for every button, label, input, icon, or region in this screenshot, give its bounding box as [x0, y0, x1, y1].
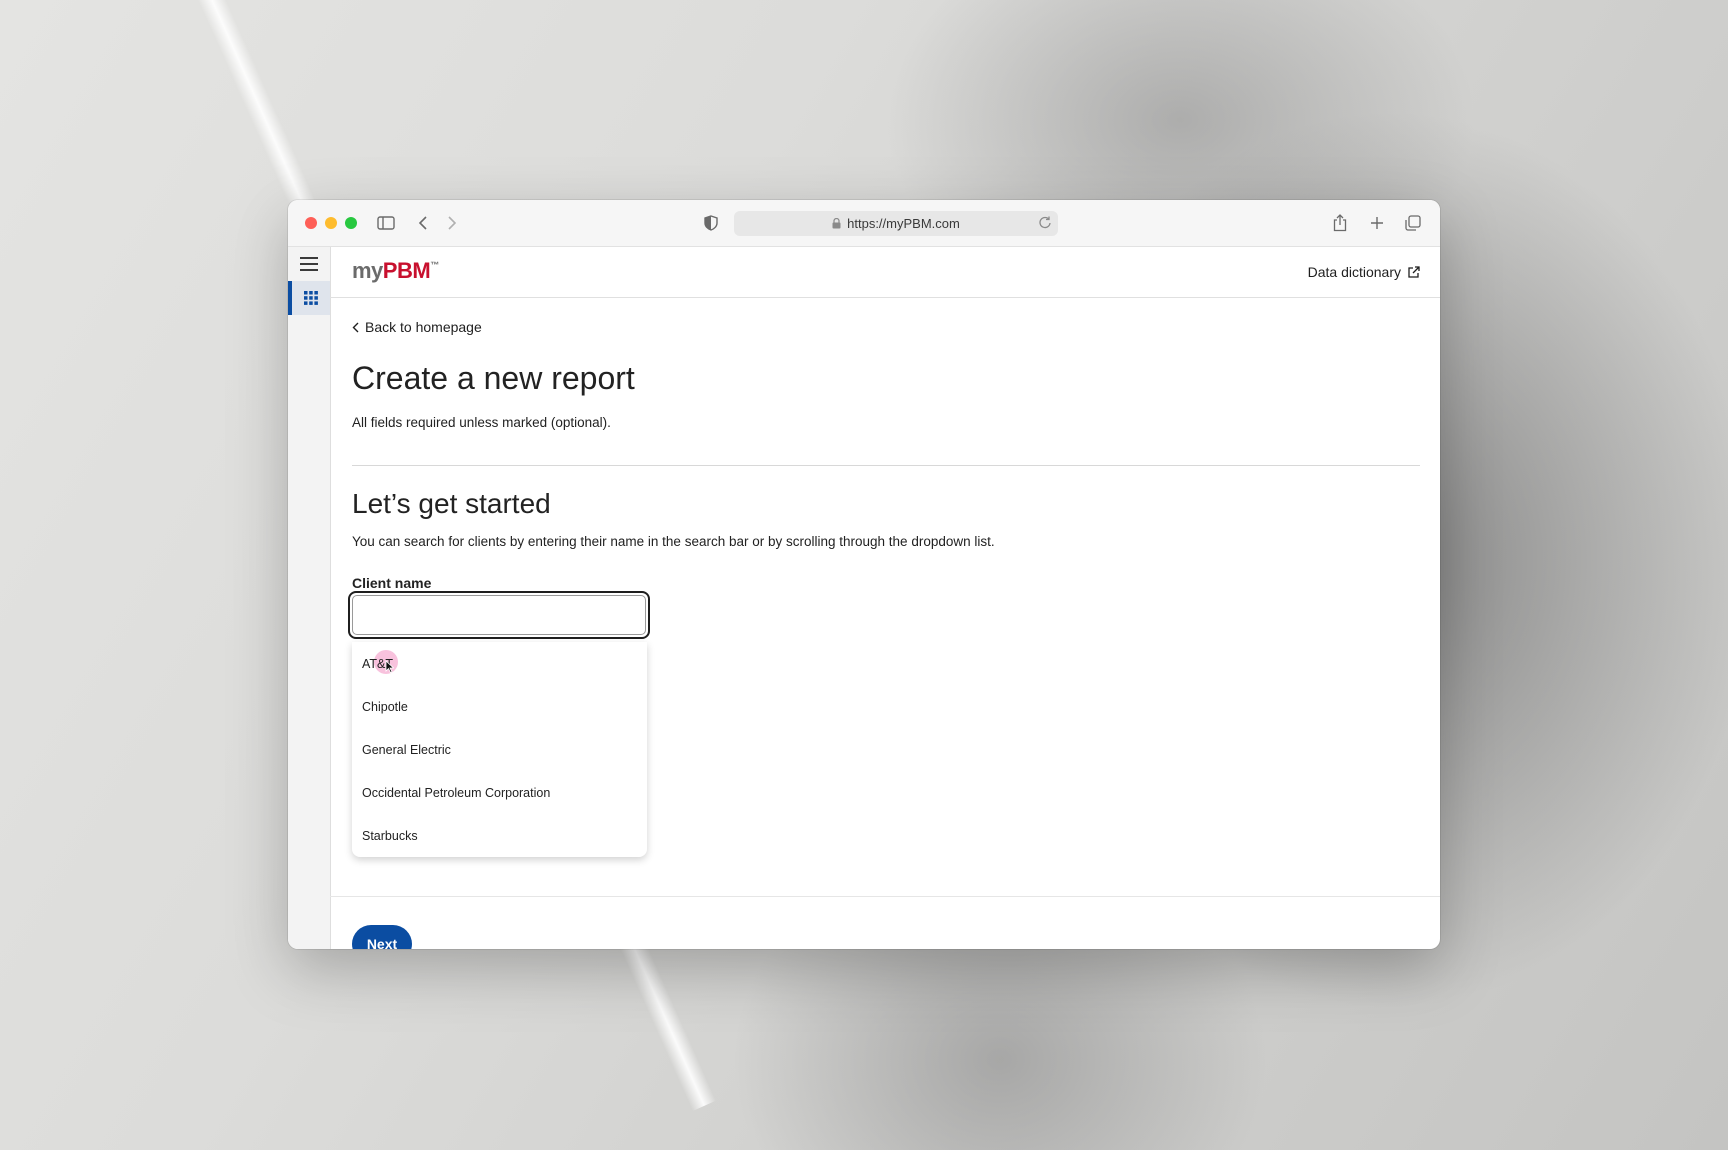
grid-icon — [304, 291, 318, 305]
back-arrow-icon[interactable] — [413, 213, 433, 233]
required-fields-note: All fields required unless marked (optio… — [352, 415, 611, 430]
external-link-icon — [1408, 265, 1420, 278]
app-header: myPBM™ Data dictionary — [330, 247, 1440, 298]
address-bar[interactable]: https://myPBM.com — [734, 211, 1058, 236]
mypbm-logo[interactable]: myPBM™ — [352, 258, 439, 284]
sidebar-toggle-icon[interactable] — [376, 213, 396, 233]
client-option-general-electric[interactable]: General Electric — [352, 728, 647, 771]
window-controls — [305, 217, 357, 229]
minimize-window-button[interactable] — [325, 217, 337, 229]
share-icon[interactable] — [1330, 213, 1350, 233]
forward-arrow-icon[interactable] — [442, 213, 462, 233]
chevron-left-icon — [352, 322, 359, 332]
page-title: Create a new report — [352, 360, 635, 396]
tab-overview-icon[interactable] — [1403, 213, 1423, 233]
client-name-focus-ring — [348, 591, 650, 639]
reload-icon[interactable] — [1038, 215, 1052, 232]
app-body: myPBM™ Data dictionary Back to homepage … — [288, 247, 1440, 949]
logo-trademark: ™ — [430, 260, 439, 270]
apps-button[interactable] — [288, 281, 330, 315]
client-dropdown-list: AT&T Chipotle General Electric Occidenta… — [352, 642, 647, 857]
mouse-pointer-icon — [385, 660, 394, 673]
footer-divider — [330, 896, 1440, 897]
client-name-input[interactable] — [352, 595, 646, 635]
zoom-window-button[interactable] — [345, 217, 357, 229]
client-option-starbucks[interactable]: Starbucks — [352, 814, 647, 857]
hamburger-icon — [300, 257, 318, 271]
side-rail — [288, 247, 331, 949]
new-tab-icon[interactable] — [1367, 213, 1387, 233]
browser-toolbar: https://myPBM.com — [288, 200, 1440, 247]
privacy-shield-icon[interactable] — [701, 213, 721, 233]
back-to-homepage-link[interactable]: Back to homepage — [352, 319, 482, 335]
client-option-att[interactable]: AT&T — [352, 642, 647, 685]
back-link-label: Back to homepage — [365, 319, 482, 335]
client-option-label: Occidental Petroleum Corporation — [362, 785, 551, 800]
data-dictionary-label: Data dictionary — [1307, 264, 1401, 280]
next-button[interactable]: Next — [352, 925, 412, 949]
client-option-chipotle[interactable]: Chipotle — [352, 685, 647, 728]
client-option-occidental-petroleum[interactable]: Occidental Petroleum Corporation — [352, 771, 647, 814]
data-dictionary-link[interactable]: Data dictionary — [1308, 264, 1420, 280]
section-divider — [352, 465, 1420, 466]
url-text: https://myPBM.com — [847, 216, 960, 231]
client-option-label: Chipotle — [362, 699, 408, 714]
main-content: Back to homepage Create a new report All… — [330, 298, 1440, 949]
close-window-button[interactable] — [305, 217, 317, 229]
menu-button[interactable] — [288, 247, 330, 281]
lock-icon — [832, 218, 841, 229]
section-title: Let’s get started — [352, 488, 551, 519]
client-name-label: Client name — [352, 575, 432, 591]
logo-pbm: PBM — [382, 258, 431, 283]
client-option-label: Starbucks — [362, 828, 418, 843]
client-option-label: General Electric — [362, 742, 451, 757]
browser-window: https://myPBM.com myPBM™ Data dictionary… — [288, 200, 1440, 949]
logo-my: my — [352, 258, 383, 283]
section-description: You can search for clients by entering t… — [352, 534, 995, 549]
